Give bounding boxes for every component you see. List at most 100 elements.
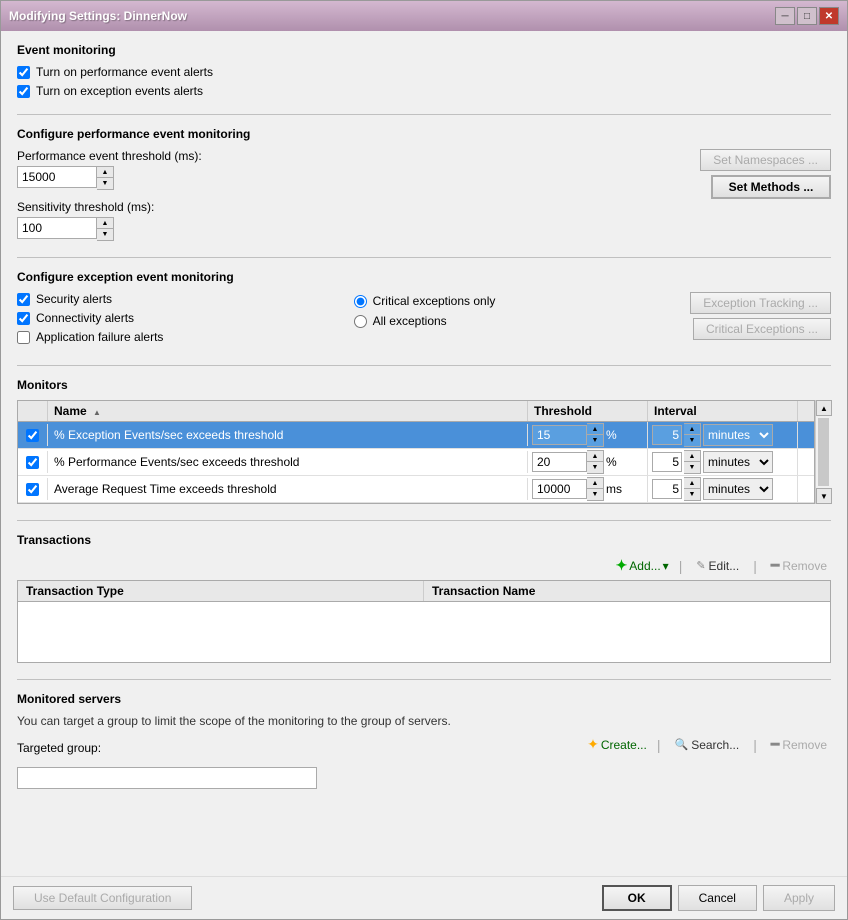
pencil-icon: ✎ — [696, 559, 705, 572]
monitor-row3-interval: ▲ ▼ minutes seconds hours — [648, 476, 798, 502]
close-button[interactable]: ✕ — [819, 7, 839, 25]
security-alerts-row: Security alerts — [17, 292, 342, 306]
set-namespaces-button[interactable]: Set Namespaces ... — [700, 149, 831, 171]
targeted-group-label: Targeted group: — [17, 741, 101, 755]
monitors-row: % Performance Events/sec exceeds thresho… — [18, 449, 814, 476]
monitor-row2-threshold-down[interactable]: ▼ — [587, 462, 603, 473]
scroll-up-arrow[interactable]: ▲ — [816, 400, 832, 416]
maximize-button[interactable]: □ — [797, 7, 817, 25]
monitor-row1-interval-down[interactable]: ▼ — [684, 435, 700, 446]
critical-exceptions-radio[interactable] — [354, 295, 367, 308]
sensitivity-down[interactable]: ▼ — [97, 229, 113, 240]
remove-transaction-button[interactable]: ━ Remove — [767, 555, 831, 576]
scrollable-content[interactable]: Event monitoring Turn on performance eve… — [1, 31, 847, 876]
divider-2 — [17, 257, 831, 258]
appfailure-alerts-checkbox[interactable] — [17, 331, 30, 344]
content-area: Event monitoring Turn on performance eve… — [1, 31, 847, 919]
targeted-group-input-row — [17, 767, 831, 789]
exception-alerts-checkbox[interactable] — [17, 85, 30, 98]
monitor-row1-threshold-input[interactable] — [532, 425, 587, 445]
monitors-row: Average Request Time exceeds threshold ▲… — [18, 476, 814, 503]
exception-side-buttons: Exception Tracking ... Critical Exceptio… — [690, 292, 831, 340]
scroll-down-arrow[interactable]: ▼ — [816, 488, 832, 504]
monitor-row1-threshold-down[interactable]: ▼ — [587, 435, 603, 446]
security-alerts-label: Security alerts — [36, 292, 112, 306]
monitor-row3-checkbox[interactable] — [26, 483, 39, 496]
apply-button[interactable]: Apply — [763, 885, 835, 911]
ok-button[interactable]: OK — [602, 885, 672, 911]
sensitivity-up[interactable]: ▲ — [97, 218, 113, 229]
appfailure-alerts-label: Application failure alerts — [36, 330, 163, 344]
search-group-button[interactable]: 🔍 Search... — [671, 736, 744, 754]
monitor-row3-interval-down[interactable]: ▼ — [684, 489, 700, 500]
connectivity-alerts-checkbox[interactable] — [17, 312, 30, 325]
exception-radios: Critical exceptions only All exceptions — [354, 292, 679, 334]
monitor-row2-threshold-up[interactable]: ▲ — [587, 451, 603, 462]
monitor-row1-interval-up[interactable]: ▲ — [684, 424, 700, 435]
window-title: Modifying Settings: DinnerNow — [9, 9, 187, 23]
separator-4: | — [753, 737, 757, 753]
monitored-servers-section: Monitored servers You can target a group… — [17, 692, 831, 789]
monitors-col-scroll — [798, 401, 814, 421]
monitored-servers-title: Monitored servers — [17, 692, 831, 706]
monitors-scrollbar[interactable]: ▲ ▼ — [815, 400, 831, 504]
trans-col-type: Transaction Type — [18, 581, 424, 601]
transactions-toolbar: ✦ Add... ▾ | ✎ Edit... | ━ Remove — [17, 555, 831, 576]
monitor-row3-interval-input[interactable] — [652, 479, 682, 499]
monitor-row3-interval-select[interactable]: minutes seconds hours — [703, 478, 773, 500]
perf-alerts-checkbox[interactable] — [17, 66, 30, 79]
use-default-button[interactable]: Use Default Configuration — [13, 886, 192, 910]
monitors-title: Monitors — [17, 378, 831, 392]
exception-tracking-button[interactable]: Exception Tracking ... — [690, 292, 831, 314]
search-label: Search... — [691, 738, 739, 752]
monitor-row3-threshold-input[interactable] — [532, 479, 587, 499]
monitor-row2-interval-up[interactable]: ▲ — [684, 451, 700, 462]
monitor-row3-interval-up[interactable]: ▲ — [684, 478, 700, 489]
scroll-thumb[interactable] — [818, 418, 829, 486]
security-alerts-checkbox[interactable] — [17, 293, 30, 306]
cancel-button[interactable]: Cancel — [678, 885, 757, 911]
servers-remove-label: Remove — [782, 738, 827, 752]
remove-group-button[interactable]: ━ Remove — [767, 734, 831, 755]
monitors-col-threshold: Threshold — [528, 401, 648, 421]
critical-exceptions-button[interactable]: Critical Exceptions ... — [693, 318, 831, 340]
divider-5 — [17, 679, 831, 680]
monitored-servers-desc: You can target a group to limit the scop… — [17, 714, 831, 728]
sensitivity-label: Sensitivity threshold (ms): — [17, 200, 700, 214]
perf-threshold-up[interactable]: ▲ — [97, 167, 113, 178]
monitor-row3-threshold-down[interactable]: ▼ — [587, 489, 603, 500]
gear-icon: ✦ — [587, 736, 599, 753]
minimize-button[interactable]: ─ — [775, 7, 795, 25]
monitor-row2-threshold-input[interactable] — [532, 452, 587, 472]
add-transaction-button[interactable]: ✦ Add... ▾ — [616, 557, 669, 574]
monitor-row2-interval-input[interactable] — [652, 452, 682, 472]
monitor-row3-threshold-up[interactable]: ▲ — [587, 478, 603, 489]
monitor-row1-interval-input[interactable] — [652, 425, 682, 445]
servers-toolbar: ✦ Create... | 🔍 Search... | ━ Remove — [587, 734, 831, 755]
monitor-row2-interval-select[interactable]: minutes seconds hours — [703, 451, 773, 473]
targeted-group-input[interactable] — [17, 767, 317, 789]
edit-transaction-button[interactable]: ✎ Edit... — [692, 557, 743, 575]
configure-perf-title: Configure performance event monitoring — [17, 127, 831, 141]
monitor-row1-unit: % — [606, 428, 617, 442]
monitor-row1-interval-select[interactable]: minutes seconds hours — [703, 424, 773, 446]
title-bar-controls: ─ □ ✕ — [775, 7, 839, 25]
monitor-row1-checkbox[interactable] — [26, 429, 39, 442]
monitor-row2-interval-down[interactable]: ▼ — [684, 462, 700, 473]
sensitivity-input[interactable] — [17, 217, 97, 239]
all-exceptions-radio[interactable] — [354, 315, 367, 328]
perf-threshold-down[interactable]: ▼ — [97, 178, 113, 189]
monitors-section: Monitors Name ▲ Threshold Interval — [17, 378, 831, 504]
set-methods-button[interactable]: Set Methods ... — [711, 175, 831, 199]
monitor-row3-threshold: ▲ ▼ ms — [528, 476, 648, 502]
create-group-button[interactable]: ✦ Create... — [587, 736, 647, 753]
monitor-row1-threshold-up[interactable]: ▲ — [587, 424, 603, 435]
configure-perf-section: Configure performance event monitoring P… — [17, 127, 831, 241]
monitor-row1-interval: ▲ ▼ minutes seconds hours — [648, 422, 798, 448]
monitor-row2-checkbox[interactable] — [26, 456, 39, 469]
monitor-row1-threshold-spinner: ▲ ▼ — [587, 423, 604, 447]
monitor-row1-extra — [798, 424, 814, 446]
create-label: Create... — [601, 738, 647, 752]
perf-threshold-input[interactable] — [17, 166, 97, 188]
edit-label: Edit... — [709, 559, 740, 573]
